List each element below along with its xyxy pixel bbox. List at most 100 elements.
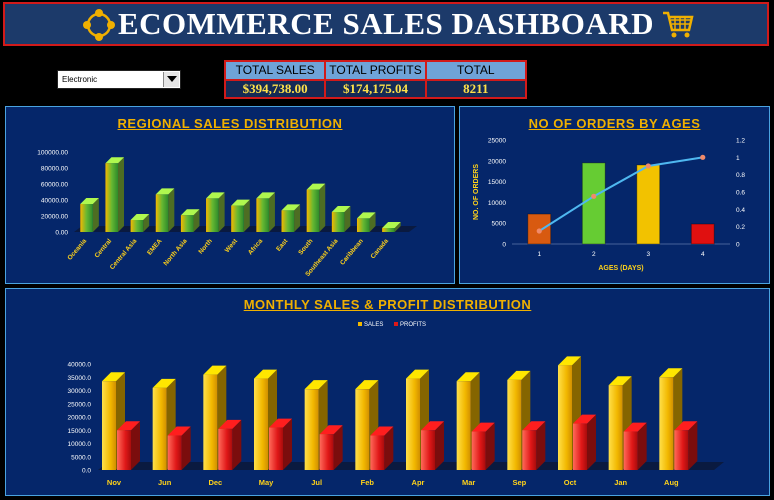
chevron-down-icon[interactable]: [163, 72, 179, 87]
trend-point: [700, 154, 706, 160]
kpi-total-profits: TOTAL PROFITS $174,175.04: [326, 62, 425, 97]
category-dropdown[interactable]: Electronic: [57, 70, 181, 89]
profit-bar: [623, 422, 647, 470]
data-bar: [231, 199, 250, 232]
profit-bar: [471, 422, 495, 470]
x-tick-label: 4: [701, 251, 705, 258]
kpi-label: TOTAL PROFITS: [326, 62, 425, 79]
kpi-table: TOTAL SALES $394,738.00 TOTAL PROFITS $1…: [224, 60, 527, 99]
data-bar: [581, 162, 606, 245]
regional-sales-panel: REGIONAL SALES DISTRIBUTION 0.00 20000.00…: [5, 106, 455, 284]
trend-point: [591, 193, 597, 199]
x-tick-label: Canada: [369, 237, 390, 260]
x-tick-label: Sep: [512, 478, 526, 487]
y-tick-label: 40000.00: [41, 198, 68, 205]
kpi-value: $174,175.04: [326, 81, 425, 97]
x-tick-label: Central Asia: [109, 238, 139, 272]
x-tick-label: Jan: [614, 478, 627, 487]
data-bar: [155, 188, 175, 232]
y-tick-label: 35000.0: [68, 375, 92, 382]
profit-bar: [370, 426, 394, 470]
y-tick-label: 0.00: [55, 230, 68, 237]
data-bar: [636, 164, 661, 245]
trend-line: [538, 156, 703, 232]
y-tick-label: 0: [502, 242, 506, 249]
x-tick-label: Africa: [247, 238, 264, 257]
kpi-total-quantity: TOTAL QUANTITY 8211: [426, 62, 525, 97]
y-tick-label: 60000.00: [41, 182, 68, 189]
y2-tick-label: 0.6: [736, 190, 745, 197]
y-tick-label: 20000.00: [41, 214, 68, 221]
x-tick-label: Jun: [158, 478, 172, 487]
y-tick-label: 10000.0: [68, 441, 92, 448]
legend-label: PROFITS: [400, 322, 426, 328]
x-tick-label: Oct: [564, 478, 577, 487]
trend-point: [536, 228, 542, 234]
x-tick-label: South: [297, 238, 314, 257]
y-tick-label: 20000.0: [68, 415, 92, 422]
x-tick-label: Jul: [311, 478, 322, 487]
x-tick-label: May: [259, 478, 274, 487]
x-tick-label: Oceania: [66, 237, 88, 261]
kpi-label: TOTAL QUANTITY: [426, 62, 525, 94]
legend-swatch: [394, 322, 398, 326]
x-tick-label: North Asia: [162, 237, 189, 267]
data-bar: [281, 204, 301, 232]
x-tick-label: Aug: [664, 478, 679, 487]
y2-tick-label: 0.2: [736, 224, 745, 231]
legend-swatch: [358, 322, 362, 326]
y2-tick-label: 1: [736, 155, 740, 162]
category-dropdown-value: Electronic: [62, 75, 98, 84]
y-tick-label: 5000: [492, 221, 507, 228]
y2-tick-label: 0.8: [736, 172, 745, 179]
y-tick-label: 25000.0: [68, 401, 92, 408]
y-tick-label: 15000.0: [68, 428, 92, 435]
x-tick-label: East: [275, 237, 290, 253]
profit-bar: [269, 418, 292, 470]
data-bar: [180, 209, 200, 232]
profit-bar: [522, 421, 546, 470]
shopping-cart-icon: [663, 11, 694, 38]
y-tick-label: 40000.0: [68, 362, 92, 369]
y-tick-label: 30000.0: [68, 388, 92, 395]
profit-bar: [421, 421, 444, 470]
x-axis-label: AGES (DAYS): [598, 265, 643, 272]
x-tick-label: Mar: [462, 478, 475, 487]
data-bar: [306, 183, 326, 232]
data-bar: [105, 157, 125, 232]
y-tick-label: 15000: [488, 179, 506, 186]
x-tick-label: Nov: [107, 478, 122, 487]
kpi-label: TOTAL SALES: [226, 62, 325, 79]
x-tick-label: Dec: [208, 478, 222, 487]
x-tick-label: EMEA: [146, 238, 164, 257]
profit-bar: [218, 419, 242, 470]
y-tick-label: 5000.0: [71, 454, 91, 461]
regional-sales-chart: 0.00 20000.00 40000.00 60000.00 80000.00 1000…: [37, 150, 417, 278]
data-bar: [256, 192, 275, 232]
orders-by-ages-panel: NO OF ORDERS BY AGES 0 5000 10000 15000 2000…: [459, 106, 770, 284]
legend-label: SALES: [364, 322, 383, 328]
x-tick-label: 3: [646, 251, 650, 258]
profit-bar: [167, 426, 191, 470]
orders-by-ages-chart: 0 5000 10000 15000 20000 25000 0 0.2 0.4 0.6 0.8 1 1…: [473, 138, 745, 273]
y-tick-label: 100000.00: [37, 150, 68, 157]
data-bar: [80, 198, 99, 232]
x-tick-label: Feb: [361, 478, 375, 487]
monthly-sales-panel: MONTHLY SALES & PROFIT DISTRIBUTION SALE…: [5, 288, 770, 496]
y-tick-label: 25000: [488, 138, 506, 145]
y-tick-label: 20000: [488, 158, 506, 165]
data-bar: [206, 192, 225, 232]
x-tick-label: Caribbean: [339, 238, 365, 267]
y-axis-label: NO. OF ORDERS: [473, 164, 480, 220]
x-tick-label: Central: [93, 238, 113, 260]
dashboard-header: ECOMMERCE SALES DASHBOARD: [3, 2, 769, 46]
monthly-sales-chart: SALES PROFITS 0.0 5000.0 10000.0 15000.0 20000…: [68, 322, 724, 487]
x-tick-label: Apr: [412, 478, 425, 487]
y2-tick-label: 0: [736, 242, 740, 249]
y-tick-label: 80000.00: [41, 166, 68, 173]
y-tick-label: 0.0: [82, 468, 91, 475]
x-tick-label: North: [197, 238, 214, 256]
profit-bar: [319, 425, 343, 470]
y2-tick-label: 1.2: [736, 138, 745, 145]
kpi-value: $394,738.00: [226, 81, 325, 97]
